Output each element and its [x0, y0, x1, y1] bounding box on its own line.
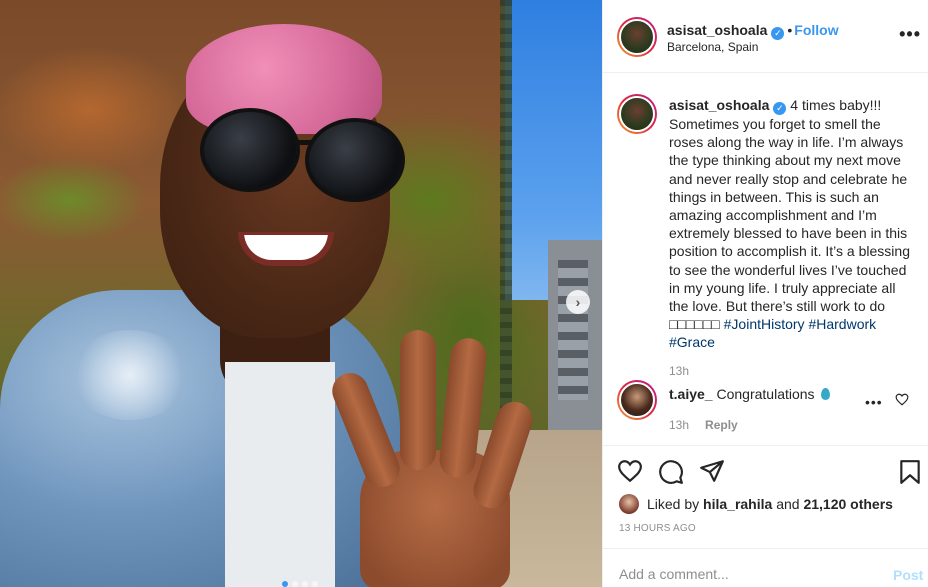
post-comment-button[interactable]: Post [893, 567, 923, 583]
photo-building [548, 240, 602, 440]
sunglasses-right-lens [305, 118, 405, 202]
likes-and: and [776, 496, 800, 512]
post-caption: asisat_oshoala ✓ 4 times baby!!! Sometime… [669, 96, 917, 352]
caption-timestamp: 13h [669, 364, 690, 378]
comment-timestamp: 13h [669, 418, 690, 432]
commenter-avatar[interactable] [617, 380, 657, 420]
comment-options-icon[interactable]: ••• [865, 394, 883, 410]
comment-icon[interactable] [658, 459, 684, 485]
likes-summary: Liked by hila_rahila and 21,120 others [619, 494, 893, 514]
post-photo[interactable]: › [0, 0, 602, 587]
heart-icon[interactable] [617, 459, 643, 483]
location-link[interactable]: Barcelona, Spain [667, 40, 758, 54]
likes-count-link[interactable]: 21,120 others [803, 496, 893, 512]
carousel-dots [282, 581, 318, 587]
photo-four-fingers-hand [326, 330, 538, 587]
hashtag-link[interactable]: #JointHistory [724, 316, 805, 332]
post-timestamp: 13 HOURS AGO [619, 523, 696, 534]
hashtag-link[interactable]: #Hardwork [808, 316, 876, 332]
separator-dot: • [787, 22, 793, 38]
add-comment-input[interactable] [619, 566, 869, 582]
follow-button[interactable]: Follow [794, 22, 838, 38]
hashtag-link[interactable]: #Grace [669, 334, 715, 350]
blue-heart-emoji-icon [820, 388, 830, 400]
author-avatar[interactable] [617, 17, 657, 57]
likes-prefix: Liked by [647, 496, 700, 512]
comment-meta: 13h Reply [669, 418, 738, 432]
carousel-dot [282, 581, 288, 587]
post-details-panel: asisat_oshoala ✓ • Follow Barcelona, Spain … [602, 0, 928, 587]
comment-item: t.aiye_ Congratulations [669, 386, 830, 402]
author-line: asisat_oshoala ✓ • Follow [667, 22, 839, 40]
comment-text: Congratulations [716, 386, 815, 402]
reply-button[interactable]: Reply [705, 418, 738, 432]
carousel-next-button[interactable]: › [566, 290, 590, 314]
carousel-dot [302, 581, 308, 587]
add-comment-bar: Post [603, 548, 928, 587]
more-options-icon[interactable]: ••• [899, 24, 921, 45]
sunglasses-left-lens [200, 108, 300, 192]
post-header: asisat_oshoala ✓ • Follow Barcelona, Spain … [603, 0, 928, 73]
hand-finger-2 [400, 330, 436, 470]
photo-white-shirt [225, 362, 335, 587]
liker-username[interactable]: hila_rahila [703, 496, 772, 512]
share-icon[interactable] [699, 459, 725, 483]
caption-username[interactable]: asisat_oshoala [669, 97, 769, 113]
author-username[interactable]: asisat_oshoala [667, 22, 767, 38]
caption-author-avatar[interactable] [617, 94, 657, 134]
carousel-dot [312, 581, 318, 587]
bookmark-icon[interactable] [899, 459, 921, 485]
liker-avatar[interactable] [619, 494, 639, 514]
verified-badge-icon: ✓ [771, 27, 785, 40]
caption-text: 4 times baby!!! Sometimes you forget to … [669, 97, 910, 333]
verified-badge-icon: ✓ [773, 102, 787, 115]
commenter-username[interactable]: t.aiye_ [669, 386, 713, 402]
comment-like-heart-icon[interactable] [895, 393, 909, 406]
carousel-dot [292, 581, 298, 587]
